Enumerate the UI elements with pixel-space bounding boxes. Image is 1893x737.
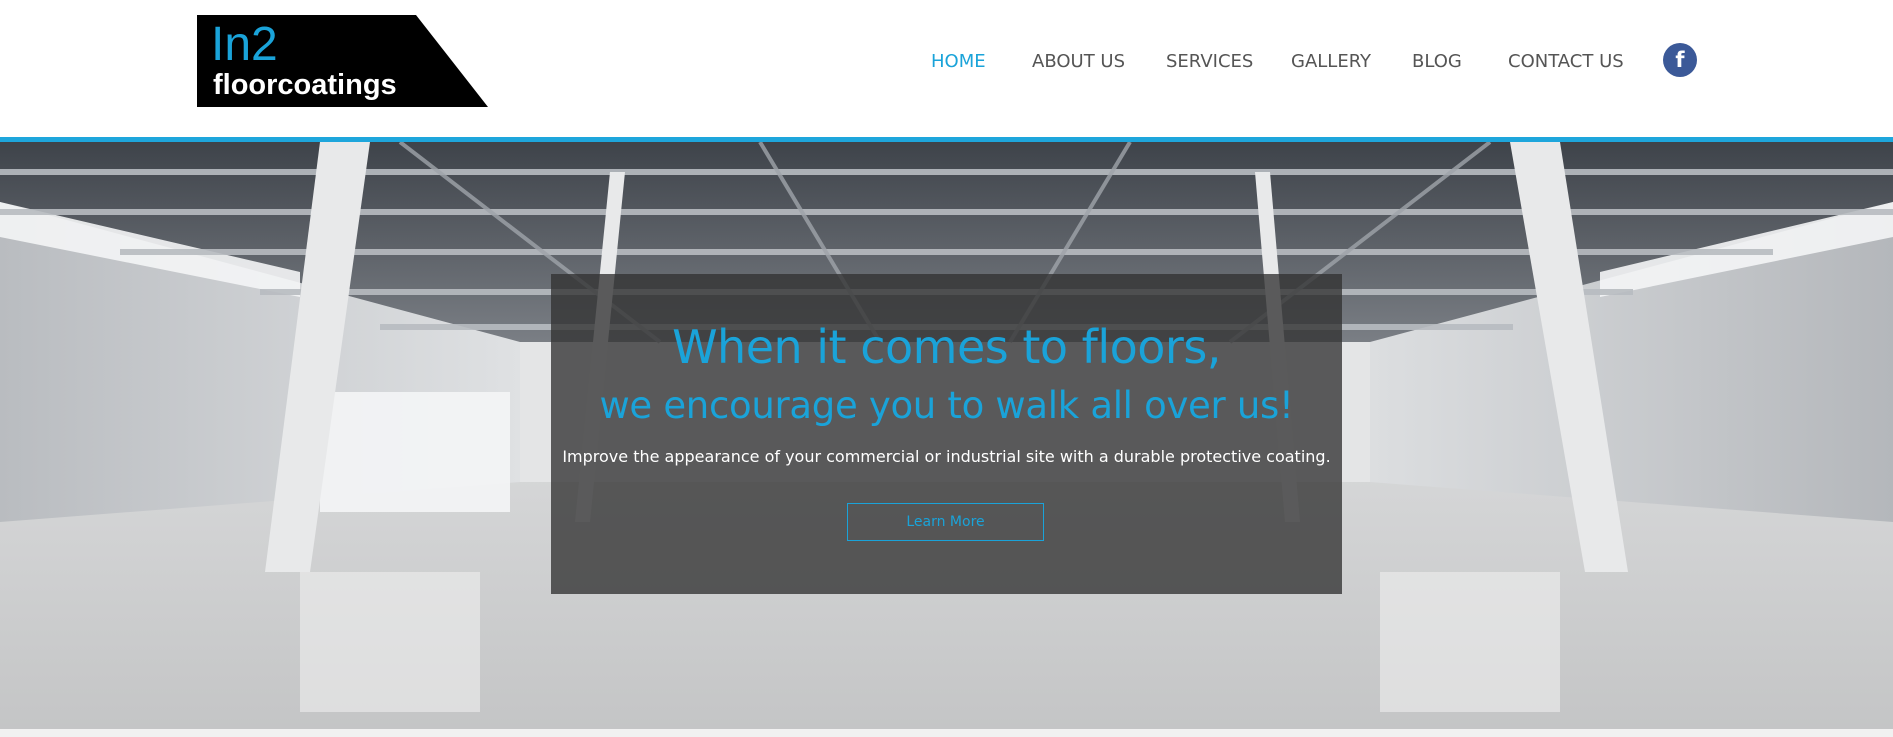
nav-services[interactable]: SERVICES — [1166, 50, 1253, 74]
hero-headline-line1: When it comes to floors, — [672, 320, 1221, 374]
facebook-icon[interactable]: f — [1663, 43, 1697, 77]
hero-subtext: Improve the appearance of your commercia… — [562, 447, 1331, 466]
nav-about-us[interactable]: ABOUT US — [1032, 50, 1125, 74]
nav-contact-us[interactable]: CONTACT US — [1508, 50, 1624, 74]
hero-banner: When it comes to floors, we encourage yo… — [0, 142, 1893, 729]
site-header: In2 floorcoatings HOME ABOUT US SERVICES… — [0, 0, 1893, 137]
main-nav: HOME ABOUT US SERVICES GALLERY BLOG CONT… — [0, 50, 1893, 74]
nav-gallery[interactable]: GALLERY — [1291, 50, 1371, 74]
hero-overlay-box: When it comes to floors, we encourage yo… — [551, 274, 1342, 594]
logo-text-floorcoatings: floorcoatings — [213, 69, 397, 101]
facebook-glyph: f — [1675, 48, 1685, 72]
nav-home[interactable]: HOME — [931, 50, 986, 74]
page-bottom-strip — [0, 729, 1893, 737]
hero-headline-line2: we encourage you to walk all over us! — [599, 384, 1294, 427]
learn-more-button[interactable]: Learn More — [847, 503, 1044, 541]
nav-blog[interactable]: BLOG — [1412, 50, 1462, 74]
